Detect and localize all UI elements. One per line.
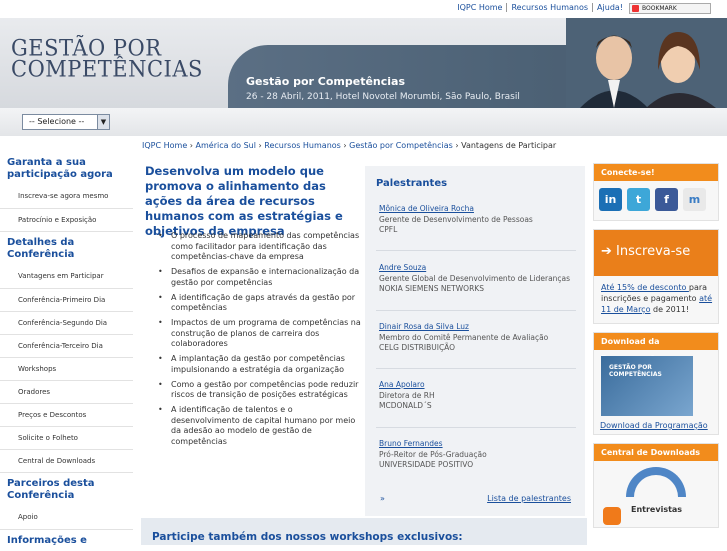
nav-item-folheto[interactable]: Solicite o Folheto [0,426,133,449]
rss-icon [603,507,621,525]
program-title: Download da Programação [594,333,718,363]
divider [376,310,576,311]
facebook-icon[interactable]: f [655,188,678,211]
divider [376,427,576,428]
benefits-list: O processo de mapeamento das competência… [158,231,363,452]
nav-item-downloads[interactable]: Central de Downloads [0,449,133,472]
nav-item-precos[interactable]: Preços e Descontos [0,403,133,426]
top-bar: IQPC Home Recursos Humanos Ajuda! BOOKMARK [0,0,727,18]
breadcrumb-america-do-sul[interactable]: América do Sul [196,141,256,150]
brochure-image[interactable]: GESTÃO POR COMPETÊNCIAS [601,356,693,416]
top-link-help[interactable]: Ajuda! [593,3,627,12]
connect-title: Conecte-se! [594,164,718,181]
divider [376,250,576,251]
bookmark-button[interactable]: BOOKMARK [629,3,711,14]
nav-item-dia3[interactable]: Conferência-Terceiro Dia [0,334,133,357]
list-item: Impactos de um programa de competências … [158,318,363,350]
nav-item-vantagens[interactable]: Vantagens em Participar [0,265,133,288]
nav-section-detalhes: Detalhes da Conferência [0,231,133,265]
downloads-title: Central de Downloads [594,444,718,461]
list-item: A identificação de talentos e o desenvol… [158,405,363,447]
workshops-heading: Participe também dos nossos workshops ex… [152,531,463,543]
nav-section-informacoes: Informações e [0,529,133,551]
banner-photo [566,18,727,108]
program-download-link[interactable]: Download da Programação [600,421,708,430]
event-title: Gestão por Competências [246,75,406,88]
nav-section-garanta: Garanta a sua participação agora [7,157,113,180]
speaker-card: Mônica de Oliveira Rocha Gerente de Dese… [379,204,533,234]
myspace-icon[interactable]: m [683,188,706,211]
speakers-panel: Palestrantes Mônica de Oliveira Rocha Ge… [365,166,585,516]
discount-link[interactable]: Até 15% de desconto [601,283,689,292]
selector-row: -- Selecione -- ▼ [0,108,727,136]
breadcrumb-gestao[interactable]: Gestão por Competências [349,141,453,150]
speaker-card: Dinair Rosa da Silva Luz Membro do Comit… [379,322,549,352]
nav-item-workshops[interactable]: Workshops [0,357,133,380]
speakers-title: Palestrantes [376,178,448,189]
nav-item-dia1[interactable]: Conferência-Primeiro Dia [0,288,133,311]
bookmark-icon [632,5,639,12]
twitter-icon[interactable]: t [627,188,650,211]
breadcrumb-current: Vantagens de Participar [461,141,557,150]
speaker-card: Ana Apolaro Diretora de RH MCDONALD´S [379,380,435,410]
speaker-name-link[interactable]: Dinair Rosa da Silva Luz [379,322,469,331]
top-link-rh[interactable]: Recursos Humanos [507,3,594,12]
more-arrow-icon[interactable]: » [380,494,385,503]
interviews-item[interactable]: Entrevistas [594,503,718,527]
top-link-home[interactable]: IQPC Home [453,3,508,12]
breadcrumb-home[interactable]: IQPC Home [142,141,187,150]
event-select[interactable]: -- Selecione -- ▼ [22,114,110,130]
speaker-name-link[interactable]: Bruno Fernandes [379,439,443,448]
list-item: Desafios de expansão e internacionalizaç… [158,267,363,288]
downloads-banner-icon [594,461,718,503]
nav-item-patrocinio[interactable]: Patrocínio e Exposição [0,208,133,231]
nav-section-parceiros: Parceiros desta Conferência [0,472,133,506]
workshops-bar: Participe também dos nossos workshops ex… [141,518,587,545]
program-download-box: Download da Programação GESTÃO PORCOMPET… [593,332,719,435]
list-item: Como a gestão por competências pode redu… [158,380,363,401]
discount-text: Até 15% de desconto para inscrições e pa… [601,283,713,314]
downloads-box: Central de Downloads Entrevistas [593,443,719,528]
breadcrumb: IQPC Home › América do Sul › Recursos Hu… [142,141,557,150]
nav-item-inscreva[interactable]: Inscreva-se agora mesmo [0,185,133,208]
list-item: O processo de mapeamento das competência… [158,231,363,263]
linkedin-icon[interactable]: in [599,188,622,211]
speakers-list-link[interactable]: Lista de palestrantes [487,494,571,503]
speaker-name-link[interactable]: Ana Apolaro [379,380,425,389]
page-title: Desenvolva um modelo que promova o alinh… [145,164,343,238]
register-box: ➔ Inscreva-se Até 15% de desconto para i… [593,229,719,324]
chevron-down-icon[interactable]: ▼ [97,115,109,129]
left-navigation: Garanta a sua participação agora Inscrev… [0,152,133,551]
site-logo[interactable]: GESTÃO POR COMPETÊNCIAS [11,37,203,80]
speaker-card: Andre Souza Gerente Global de Desenvolvi… [379,263,571,293]
event-date-location: 26 - 28 Abril, 2011, Hotel Novotel Morum… [246,92,520,102]
speaker-name-link[interactable]: Andre Souza [379,263,426,272]
top-links: IQPC Home Recursos Humanos Ajuda! [453,3,627,12]
list-item: A identificação de gaps através da gestã… [158,293,363,314]
breadcrumb-recursos-humanos[interactable]: Recursos Humanos [264,141,341,150]
nav-item-oradores[interactable]: Oradores [0,380,133,403]
speaker-card: Bruno Fernandes Pró-Reitor de Pós-Gradua… [379,439,487,469]
divider [376,368,576,369]
connect-box: Conecte-se! in t f m [593,163,719,221]
register-button[interactable]: ➔ Inscreva-se [594,230,718,276]
list-item: A implantação da gestão por competências… [158,354,363,375]
speaker-name-link[interactable]: Mônica de Oliveira Rocha [379,204,474,213]
nav-item-dia2[interactable]: Conferência-Segundo Dia [0,311,133,334]
nav-item-apoio[interactable]: Apoio [0,506,133,529]
right-sidebar: Conecte-se! in t f m ➔ Inscreva-se Até 15% … [593,163,719,536]
